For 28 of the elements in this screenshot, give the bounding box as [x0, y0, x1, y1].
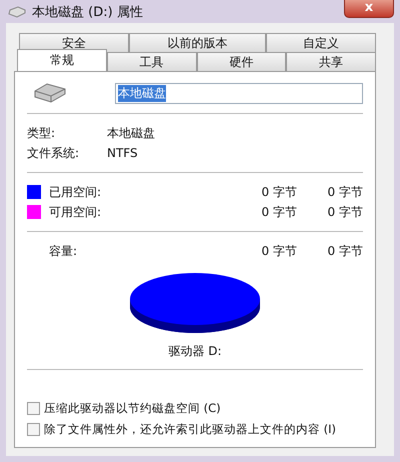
option-label[interactable]: 压缩此驱动器以节约磁盘空间 (C) [44, 401, 221, 416]
bytes-value: 0 字节 [260, 204, 297, 220]
hard-drive-icon [33, 82, 67, 104]
option-label[interactable]: 除了文件属性外，还允许索引此驱动器上文件的内容 (I) [44, 422, 336, 437]
info-value: 本地磁盘 [107, 124, 155, 142]
bytes-value: 0 字节 [260, 242, 297, 260]
space-label: 已用空间: [48, 184, 102, 200]
tab[interactable]: 工具 [106, 52, 196, 71]
checkbox[interactable] [27, 423, 40, 436]
size-value: 0 字节 [326, 184, 363, 200]
tab[interactable]: 硬件 [196, 52, 286, 71]
tab[interactable]: 以前的版本 [129, 33, 266, 52]
size-value: 0 字节 [326, 204, 363, 220]
info-value: NTFS [107, 146, 138, 160]
window-title: 本地磁盘 (D:) 属性 [32, 4, 144, 20]
drive-icon [8, 6, 26, 18]
info-label: 文件系统: [27, 144, 80, 162]
checkbox[interactable] [27, 402, 40, 415]
drive-name-field[interactable]: 本地磁盘 [115, 82, 363, 104]
info-label: 类型: [27, 124, 56, 142]
tab[interactable]: 常规 [17, 49, 107, 71]
tab[interactable]: 自定义 [266, 33, 376, 52]
bytes-value: 0 字节 [260, 184, 297, 200]
size-value: 0 字节 [326, 242, 363, 260]
tab[interactable]: 共享 [286, 52, 376, 71]
capacity-label: 容量: [48, 242, 78, 260]
drive-label: 驱动器 D: [168, 343, 222, 360]
space-label: 可用空间: [48, 204, 102, 220]
